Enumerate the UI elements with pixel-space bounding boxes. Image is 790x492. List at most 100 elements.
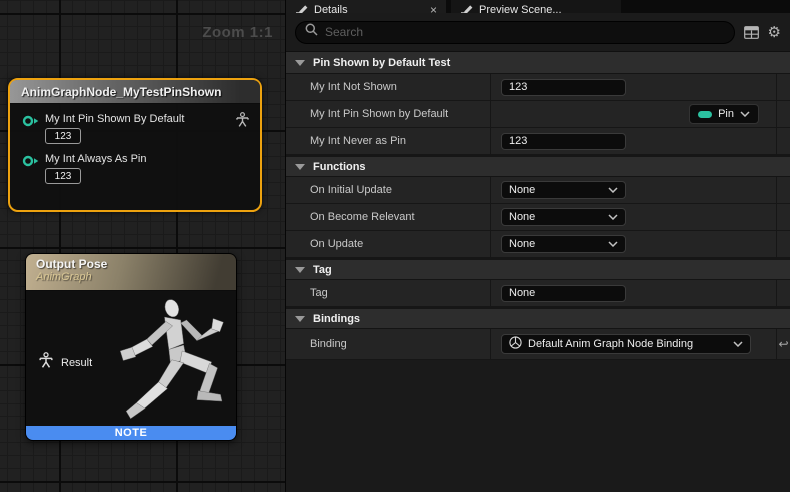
pin-visibility-dropdown[interactable]: Pin: [689, 104, 759, 124]
property-name: My Int Not Shown: [286, 74, 491, 100]
collapse-arrow-icon[interactable]: [295, 164, 305, 170]
node-title-bar[interactable]: AnimGraphNode_MyTestPinShown: [10, 80, 260, 104]
pose-input-pin-icon[interactable]: [38, 352, 54, 374]
tag-input[interactable]: [501, 285, 626, 302]
reset-column: [777, 231, 790, 257]
anim-graph-node[interactable]: AnimGraphNode_MyTestPinShown My Int Pin …: [8, 78, 262, 212]
pin-value-input[interactable]: [45, 168, 81, 184]
pin-value-input[interactable]: [45, 128, 81, 144]
tab-label: Preview Scene...: [479, 4, 562, 13]
settings-gear-icon[interactable]: ⚙: [768, 25, 781, 40]
reset-to-default-icon[interactable]: ↩: [778, 337, 788, 351]
int-pin-icon[interactable]: [22, 115, 39, 127]
property-name: On Update: [286, 231, 491, 257]
property-name: Binding: [286, 329, 491, 359]
chevron-down-icon: [608, 211, 618, 223]
int-pin-icon[interactable]: [22, 155, 39, 167]
function-dropdown[interactable]: None: [501, 208, 626, 226]
node-title: AnimGraphNode_MyTestPinShown: [21, 85, 221, 99]
property-name: On Become Relevant: [286, 204, 491, 230]
collapse-arrow-icon[interactable]: [295, 267, 305, 273]
result-pin-label: Result: [61, 357, 92, 369]
chevron-down-icon: [608, 184, 618, 196]
property-row-tag: Tag: [286, 280, 790, 307]
property-label: My Int Pin Shown by Default: [310, 108, 448, 120]
note-bar[interactable]: NOTE: [26, 426, 236, 440]
search-box[interactable]: [295, 21, 735, 44]
property-row-my-int-not-shown: My Int Not Shown: [286, 74, 790, 101]
binding-icon: [509, 336, 522, 352]
property-row-my-int-never-as-pin: My Int Never as Pin: [286, 128, 790, 155]
property-row-on-initial-update: On Initial Update None: [286, 177, 790, 204]
function-dropdown[interactable]: None: [501, 181, 626, 199]
tab-bar: Details × Preview Scene...: [286, 0, 790, 13]
property-name: My Int Never as Pin: [286, 128, 491, 154]
node-title-bar[interactable]: Output Pose AnimGraph: [26, 254, 236, 291]
section-header-functions[interactable]: Functions: [286, 155, 790, 177]
property-name: My Int Pin Shown by Default: [286, 101, 491, 127]
tab-preview-scene[interactable]: Preview Scene...: [451, 0, 621, 13]
search-icon: [305, 23, 318, 41]
section-title: Tag: [313, 264, 332, 276]
unreal-animgraph-editor: Zoom 1:1 AnimGraphNode_MyTestPinShown My…: [0, 0, 790, 492]
search-input[interactable]: [325, 25, 725, 39]
result-pin-row[interactable]: Result: [38, 352, 92, 374]
property-value: [491, 128, 777, 154]
chevron-down-icon: [740, 108, 750, 120]
zoom-level-label: Zoom 1:1: [202, 24, 273, 41]
search-row: ⚙: [286, 13, 790, 52]
int-value-input[interactable]: [501, 79, 626, 96]
dropdown-value: None: [509, 184, 608, 196]
node-title: Output Pose: [36, 257, 226, 271]
close-tab-icon[interactable]: ×: [430, 3, 437, 13]
details-tab-icon: [295, 5, 308, 14]
dropdown-value: Pin: [718, 108, 734, 120]
preview-scene-tab-icon: [460, 5, 473, 14]
property-label: Tag: [310, 287, 328, 299]
tab-label: Details: [314, 4, 348, 13]
tab-details[interactable]: Details ×: [286, 0, 446, 13]
section-title: Pin Shown by Default Test: [313, 57, 450, 69]
reset-column: ↩: [777, 329, 790, 359]
section-header-pin-shown-by-default-test[interactable]: Pin Shown by Default Test: [286, 52, 790, 74]
pin-pill-icon: [698, 111, 712, 118]
section-title: Functions: [313, 161, 366, 173]
function-dropdown[interactable]: None: [501, 235, 626, 253]
reset-column: [777, 101, 790, 127]
reset-column: [777, 177, 790, 203]
property-value: None: [491, 231, 777, 257]
property-value: [491, 280, 777, 306]
property-label: On Update: [310, 238, 363, 250]
graph-canvas[interactable]: Zoom 1:1 AnimGraphNode_MyTestPinShown My…: [0, 0, 285, 492]
section-header-tag[interactable]: Tag: [286, 258, 790, 280]
dropdown-value: None: [509, 211, 608, 223]
property-label: My Int Not Shown: [310, 81, 397, 93]
binding-dropdown[interactable]: Default Anim Graph Node Binding: [501, 334, 751, 354]
property-label: On Initial Update: [310, 184, 392, 196]
display-filter-icon[interactable]: [744, 26, 759, 39]
dropdown-value: Default Anim Graph Node Binding: [528, 338, 727, 350]
property-row-binding: Binding Default Anim Graph Node Binding …: [286, 329, 790, 360]
property-label: On Become Relevant: [310, 211, 415, 223]
property-value: Default Anim Graph Node Binding: [491, 329, 777, 359]
node-pin-row: My Int Always As Pin: [10, 144, 260, 184]
property-value: None: [491, 177, 777, 203]
node-pin-row: My Int Pin Shown By Default: [10, 104, 260, 144]
reset-column: [777, 204, 790, 230]
details-empty-area: [286, 360, 790, 492]
dropdown-value: None: [509, 238, 608, 250]
section-header-bindings[interactable]: Bindings: [286, 307, 790, 329]
int-value-input[interactable]: [501, 133, 626, 150]
reset-column: [777, 280, 790, 306]
mannequin-image: [92, 292, 234, 432]
collapse-arrow-icon[interactable]: [295, 316, 305, 322]
output-pose-node[interactable]: Output Pose AnimGraph: [25, 253, 237, 441]
node-subtitle: AnimGraph: [36, 271, 226, 283]
property-row-my-int-pin-shown-by-default: My Int Pin Shown by Default Pin: [286, 101, 790, 128]
pose-output-pin-icon[interactable]: [235, 112, 250, 128]
pin-label: My Int Always As Pin: [45, 153, 146, 165]
property-label: My Int Never as Pin: [310, 135, 406, 147]
chevron-down-icon: [733, 338, 743, 350]
property-name: On Initial Update: [286, 177, 491, 203]
collapse-arrow-icon[interactable]: [295, 60, 305, 66]
